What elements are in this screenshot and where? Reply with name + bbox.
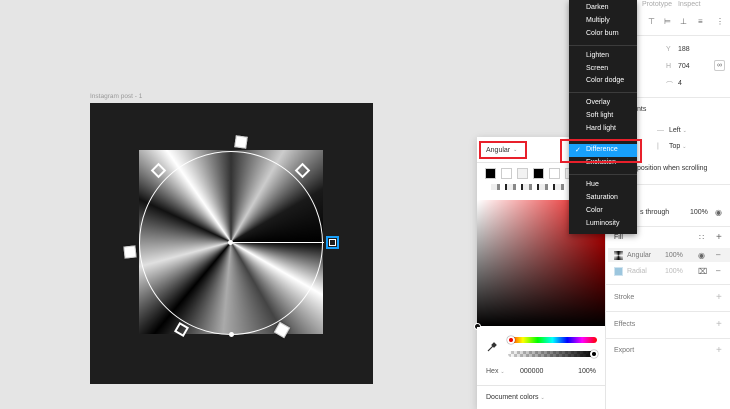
distribute-icon[interactable]: ≡	[698, 17, 703, 26]
menu-separator	[569, 92, 637, 93]
fill-type-label: Angular	[486, 146, 511, 154]
h-constraint-icon: —	[657, 127, 664, 134]
blend-item-color-dodge[interactable]: Color dodge	[586, 77, 624, 84]
gradient-axis-line	[231, 242, 324, 243]
hue-knob[interactable]	[507, 336, 515, 344]
eye-icon[interactable]: ◉	[698, 251, 705, 260]
menu-separator	[569, 174, 637, 175]
frame-label[interactable]: Instagram post - 1	[90, 93, 142, 100]
chevron-down-icon: ⌄	[513, 147, 518, 153]
document-colors-label: Document colors	[486, 394, 539, 401]
blend-item-soft-light[interactable]: Soft light	[586, 112, 613, 119]
tidy-icon[interactable]: ⋮	[716, 17, 724, 26]
alpha-knob[interactable]	[590, 350, 598, 358]
blend-item-screen[interactable]: Screen	[586, 65, 608, 72]
hue-slider[interactable]	[508, 337, 597, 343]
fill-opacity-radial[interactable]: 100%	[665, 268, 683, 275]
constrain-proportions-icon[interactable]: ∞	[714, 60, 725, 71]
tab-inspect[interactable]: Inspect	[678, 1, 701, 8]
blend-item-color[interactable]: Color	[586, 207, 603, 214]
eyedropper-icon[interactable]	[487, 342, 497, 352]
hex-input[interactable]: 000000	[520, 368, 543, 375]
radius-icon: ⌒	[666, 82, 673, 89]
add-stroke-icon[interactable]: +	[716, 292, 722, 303]
alpha-slider[interactable]	[508, 351, 597, 357]
menu-separator	[569, 45, 637, 46]
document-colors-select[interactable]: Document colors ⌄	[477, 385, 605, 409]
blend-item-multiply[interactable]: Multiply	[586, 17, 610, 24]
highlight-box	[560, 139, 642, 163]
export-section-title: Export	[614, 347, 635, 354]
fill-name-angular[interactable]: Angular	[627, 252, 651, 259]
fill-name-radial[interactable]: Radial	[627, 268, 647, 275]
chevron-down-icon: ⌄	[540, 395, 545, 401]
swatch[interactable]	[501, 168, 512, 179]
swatch[interactable]	[485, 168, 496, 179]
radius-input[interactable]: 4	[678, 80, 682, 87]
eye-hidden-icon[interactable]: ⌧	[698, 267, 707, 276]
blend-item-overlay[interactable]: Overlay	[586, 99, 610, 106]
blend-item-luminosity[interactable]: Luminosity	[586, 220, 619, 227]
y-label: Y	[666, 46, 671, 53]
swatch[interactable]	[533, 168, 544, 179]
blend-item-color-burn[interactable]: Color burn	[586, 30, 619, 37]
layer-opacity-input[interactable]: 100%	[690, 209, 708, 216]
blend-item-saturation[interactable]: Saturation	[586, 194, 618, 201]
y-input[interactable]: 188	[678, 46, 690, 53]
radial-fill-thumbnail[interactable]	[614, 267, 623, 276]
align-bottom-icon[interactable]: ⊥	[680, 17, 687, 26]
fill-section-title: Fill	[614, 234, 623, 241]
align-middle-icon[interactable]: ⊨	[664, 17, 671, 26]
blend-item-hue[interactable]: Hue	[586, 181, 599, 188]
v-constraint-icon: |	[657, 143, 659, 150]
h-constraint-select[interactable]: Left ⌄	[669, 127, 687, 134]
gradient-stop-selected[interactable]	[326, 236, 339, 249]
blend-mode-menu: Darken Multiply Color burn Lighten Scree…	[569, 0, 637, 234]
fill-opacity-angular[interactable]: 100%	[665, 252, 683, 259]
alpha-input[interactable]: 100%	[578, 368, 596, 375]
gradient-center-handle[interactable]	[228, 240, 233, 245]
add-effect-icon[interactable]: +	[716, 319, 722, 330]
fix-position-label[interactable]: position when scrolling	[637, 165, 707, 172]
blend-item-darken[interactable]: Darken	[586, 4, 609, 11]
panel-tabs: Prototype Inspect	[642, 1, 701, 8]
divider	[605, 284, 730, 285]
h-input[interactable]: 704	[678, 63, 690, 70]
constraints-title: nts	[637, 106, 647, 113]
add-fill-icon[interactable]: +	[716, 232, 722, 243]
effects-section-title: Effects	[614, 321, 636, 328]
eye-icon[interactable]: ◉	[715, 208, 722, 217]
angular-fill-thumbnail[interactable]	[614, 251, 623, 260]
gradient-radius-handle[interactable]	[229, 332, 234, 337]
blend-item-lighten[interactable]: Lighten	[586, 52, 609, 59]
h-label: H	[666, 63, 672, 70]
swatch[interactable]	[549, 168, 560, 179]
add-export-icon[interactable]: +	[716, 345, 722, 356]
align-top-icon[interactable]: ⊤	[648, 17, 655, 26]
fill-type-select[interactable]: Angular ⌄	[479, 141, 527, 159]
remove-fill-icon[interactable]: –	[716, 250, 720, 259]
gradient-stop-top[interactable]	[234, 135, 248, 149]
tab-prototype[interactable]: Prototype	[642, 1, 672, 8]
divider	[605, 311, 730, 312]
v-constraint-select[interactable]: Top ⌄	[669, 143, 686, 150]
style-grid-icon[interactable]: ∷	[699, 233, 704, 242]
color-format-select[interactable]: Hex ⌄	[486, 368, 505, 375]
layer-blend-select[interactable]: s through	[640, 209, 669, 216]
divider	[605, 338, 730, 339]
stroke-section-title: Stroke	[614, 294, 635, 301]
blend-item-hard-light[interactable]: Hard light	[586, 125, 616, 132]
swatch[interactable]	[517, 168, 528, 179]
hex-row: Hex ⌄ 000000 100%	[486, 366, 598, 378]
remove-fill-icon[interactable]: –	[716, 266, 720, 275]
gradient-stop-left[interactable]	[123, 245, 137, 259]
